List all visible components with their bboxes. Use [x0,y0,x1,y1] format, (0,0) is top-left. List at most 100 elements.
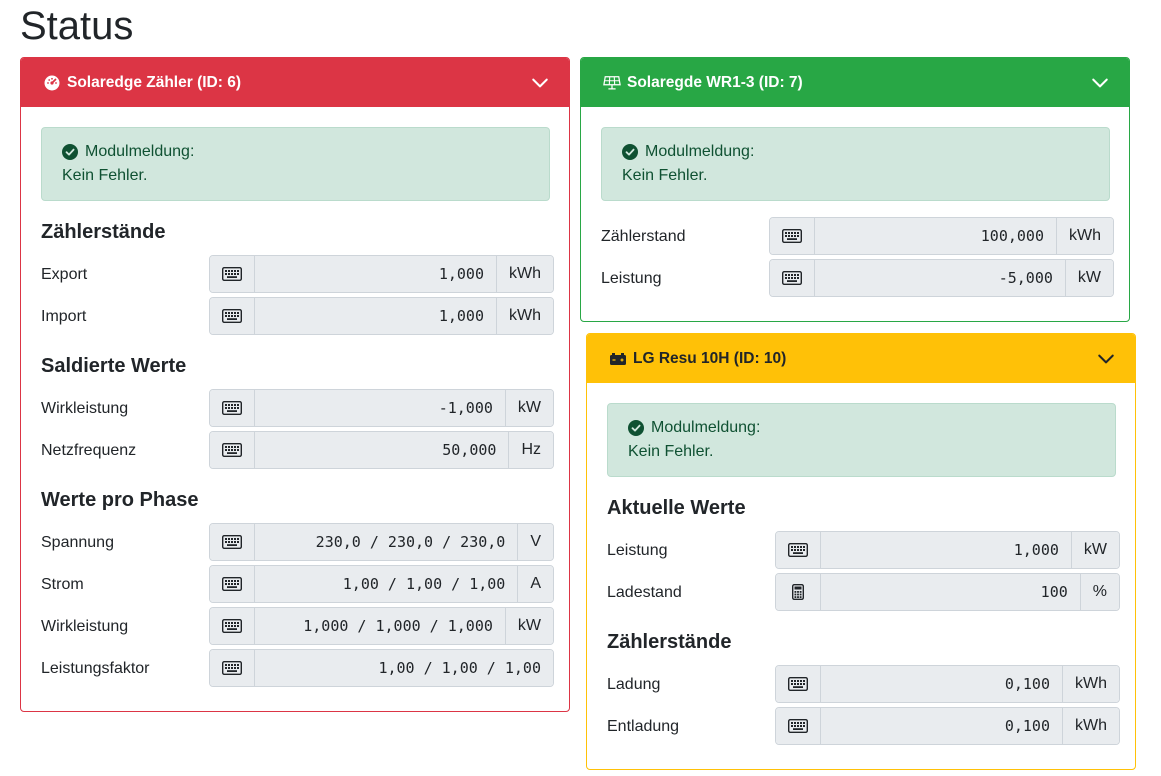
keyboard-icon [210,650,255,686]
inverter-card-header[interactable]: Solaregde WR1-3 (ID: 7) [581,58,1129,107]
unit-label: % [1079,574,1119,610]
chevron-down-icon[interactable] [1097,350,1115,368]
value-display: -1,000 [255,390,505,426]
keyboard-icon [770,260,815,296]
unit-label: kW [504,390,553,426]
unit-label: V [517,524,553,560]
import-value-field[interactable]: 1,000 kWh [209,297,554,335]
charge-counter-field[interactable]: 0,100 kWh [775,665,1120,703]
row-label: Strom [41,576,84,593]
row-label: Spannung [41,534,114,551]
value-display: 1,000 / 1,000 / 1,000 [255,608,505,644]
module-message-alert: Modulmeldung: Kein Fehler. [41,127,550,201]
module-message-alert: Modulmeldung: Kein Fehler. [607,403,1116,477]
keyboard-icon [210,432,255,468]
row-label: Leistungsfaktor [41,660,150,677]
section-title: Werte pro Phase [41,489,199,511]
unit-label: kW [504,608,553,644]
unit-label: kWh [496,298,553,334]
keyboard-icon [770,218,815,254]
value-display: 1,000 [255,256,496,292]
calculator-icon [776,574,821,610]
row-label: Wirkleistung [41,400,129,417]
keyboard-icon [210,256,255,292]
row-label: Ladestand [607,584,682,601]
active-power-field[interactable]: -1,000 kW [209,389,554,427]
keyboard-icon [210,524,255,560]
value-display: 1,00 / 1,00 / 1,00 [255,566,518,602]
battery-icon [609,350,627,368]
row-label: Import [41,308,87,325]
page-title: Status [20,4,134,48]
row-label: Zählerstand [601,228,686,245]
row-label: Netzfrequenz [41,442,137,459]
frequency-field[interactable]: 50,000 Hz [209,431,554,469]
unit-label: kW [1064,260,1113,296]
solar-panel-icon [603,74,621,92]
battery-power-field[interactable]: 1,000 kW [775,531,1120,569]
discharge-counter-field[interactable]: 0,100 kWh [775,707,1120,745]
value-display: 1,000 [821,532,1071,568]
battery-card-header[interactable]: LG Resu 10H (ID: 10) [587,334,1135,383]
speedometer-icon [43,74,61,92]
check-circle-icon [628,420,644,436]
check-circle-icon [622,144,638,160]
export-value-field[interactable]: 1,000 kWh [209,255,554,293]
row-label: Ladung [607,676,661,693]
alert-text: Kein Fehler. [62,167,148,184]
alert-title: Modulmeldung: [645,143,755,160]
row-label: Entladung [607,718,680,735]
value-display: 0,100 [821,708,1062,744]
chevron-down-icon[interactable] [531,74,549,92]
keyboard-icon [210,390,255,426]
keyboard-icon [210,608,255,644]
keyboard-icon [210,298,255,334]
meter-card-title: Solaredge Zähler (ID: 6) [67,73,241,91]
battery-card: LG Resu 10H (ID: 10) Modulmeldung: Kein … [586,333,1136,770]
value-display: 230,0 / 230,0 / 230,0 [255,524,518,560]
alert-title: Modulmeldung: [85,143,195,160]
voltage-field[interactable]: 230,0 / 230,0 / 230,0 V [209,523,554,561]
alert-text: Kein Fehler. [628,443,714,460]
current-field[interactable]: 1,00 / 1,00 / 1,00 A [209,565,554,603]
value-display: 100 [821,574,1080,610]
unit-label: A [517,566,553,602]
keyboard-icon [776,532,821,568]
module-message-alert: Modulmeldung: Kein Fehler. [601,127,1110,201]
value-display: 50,000 [255,432,509,468]
row-label: Export [41,266,88,283]
row-label: Leistung [601,270,662,287]
row-label: Wirkleistung [41,618,129,635]
alert-title: Modulmeldung: [651,419,761,436]
unit-label: kW [1070,532,1119,568]
value-display: 1,000 [255,298,496,334]
section-title: Zählerstände [607,631,732,653]
section-title: Saldierte Werte [41,355,187,377]
keyboard-icon [210,566,255,602]
phase-active-power-field[interactable]: 1,000 / 1,000 / 1,000 kW [209,607,554,645]
unit-label: kWh [1062,666,1119,702]
row-label: Leistung [607,542,668,559]
alert-text: Kein Fehler. [622,167,708,184]
meter-card-header[interactable]: Solaredge Zähler (ID: 6) [21,58,569,107]
power-factor-field[interactable]: 1,00 / 1,00 / 1,00 [209,649,554,687]
section-title: Zählerstände [41,221,166,243]
keyboard-icon [776,708,821,744]
energy-counter-field[interactable]: 100,000 kWh [769,217,1114,255]
inverter-card: Solaregde WR1-3 (ID: 7) Modulmeldung: Ke… [580,57,1130,322]
check-circle-icon [62,144,78,160]
unit-label: kWh [1056,218,1113,254]
keyboard-icon [776,666,821,702]
value-display: 1,00 / 1,00 / 1,00 [255,650,553,686]
unit-label: kWh [1062,708,1119,744]
state-of-charge-field[interactable]: 100 % [775,573,1120,611]
inverter-card-title: Solaregde WR1-3 (ID: 7) [627,73,803,91]
chevron-down-icon[interactable] [1091,74,1109,92]
value-display: 0,100 [821,666,1062,702]
value-display: -5,000 [815,260,1065,296]
meter-card: Solaredge Zähler (ID: 6) Modulmeldung: K… [20,57,570,712]
value-display: 100,000 [815,218,1056,254]
section-title: Aktuelle Werte [607,497,746,519]
power-field[interactable]: -5,000 kW [769,259,1114,297]
unit-label: kWh [496,256,553,292]
